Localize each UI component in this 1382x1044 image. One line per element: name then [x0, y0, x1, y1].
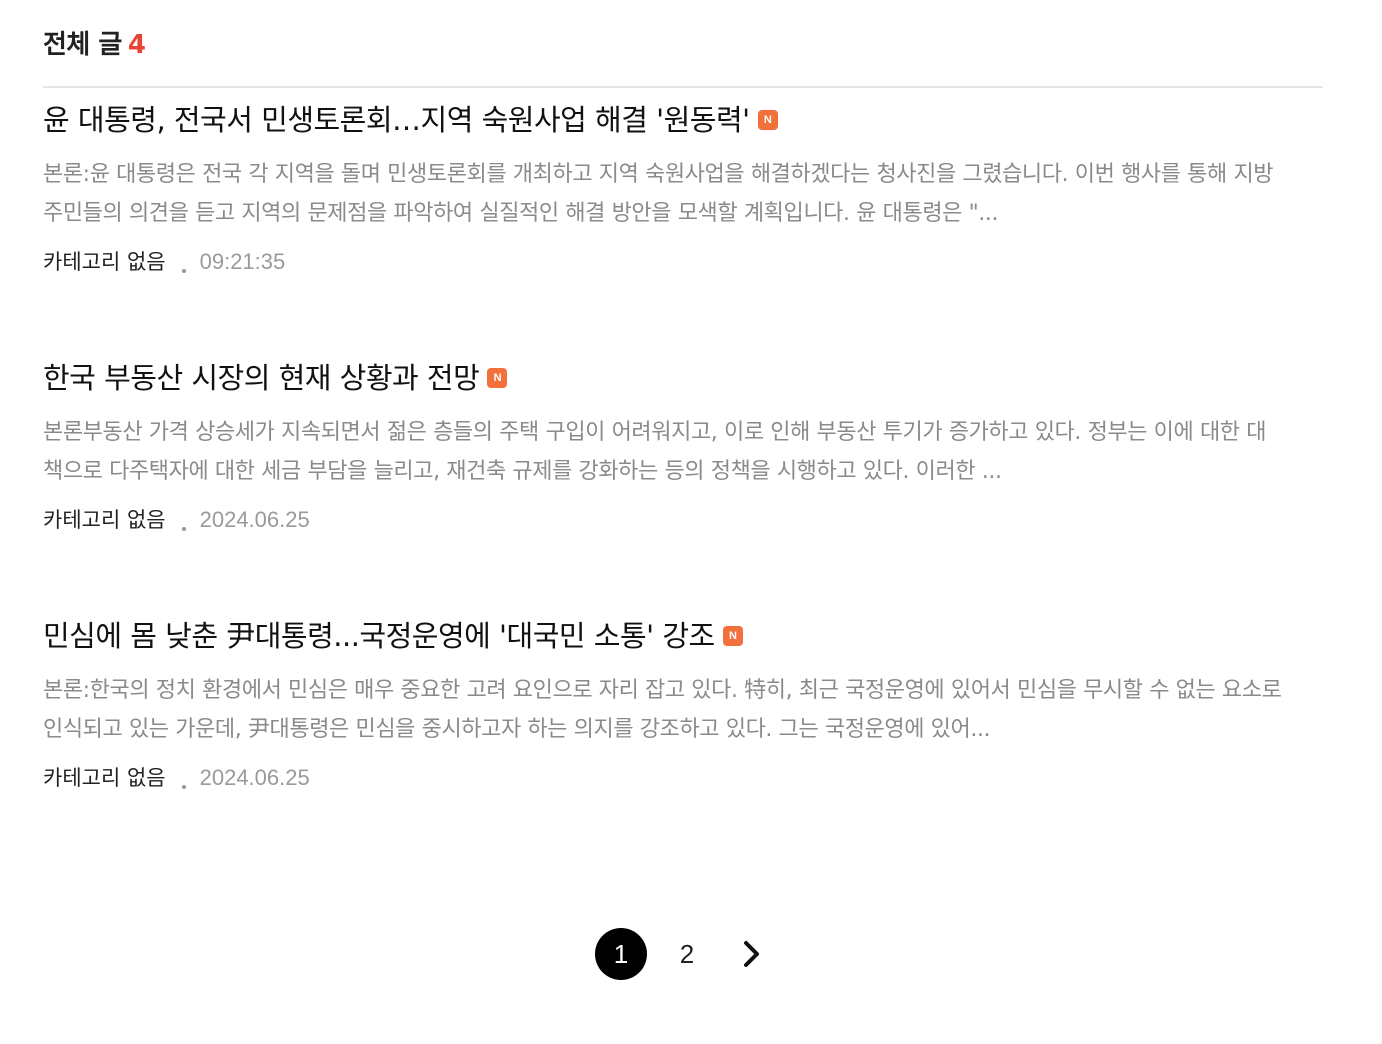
post-title[interactable]: 윤 대통령, 전국서 민생토론회…지역 숙원사업 해결 '원동력'	[43, 103, 750, 137]
post-meta: 카테고리 없음 2024.06.25	[43, 505, 1323, 535]
post-summary[interactable]: 본론:윤 대통령은 전국 각 지역을 돌며 민생토론회를 개최하고 지역 숙원사…	[43, 155, 1283, 233]
post-meta: 카테고리 없음 09:21:35	[43, 247, 1323, 277]
post-list-container: 전체 글4 윤 대통령, 전국서 민생토론회…지역 숙원사업 해결 '원동력' N…	[43, 0, 1323, 790]
new-badge-icon: N	[722, 626, 743, 646]
page-title: 전체 글4	[43, 24, 146, 61]
post-title-link[interactable]: 한국 부동산 시장의 현재 상황과 전망 N	[43, 358, 1323, 398]
list-item: 윤 대통령, 전국서 민생토론회…지역 숙원사업 해결 '원동력' N 본론:윤 …	[43, 100, 1323, 277]
post-date: 2024.06.25	[199, 765, 310, 790]
post-category[interactable]: 카테고리 없음	[43, 250, 166, 274]
separator-dot-icon	[181, 527, 186, 531]
page-2-link[interactable]: 2	[667, 928, 707, 980]
post-summary[interactable]: 본론부동산 가격 상승세가 지속되면서 젊은 층들의 주택 구입이 어려워지고,…	[43, 413, 1283, 491]
post-date: 2024.06.25	[199, 507, 310, 532]
list-item: 민심에 몸 낮춘 尹대통령...국정운영에 '대국민 소통' 강조 N 본론:한국…	[43, 616, 1323, 793]
post-title-link[interactable]: 민심에 몸 낮춘 尹대통령...국정운영에 '대국민 소통' 강조 N	[43, 616, 1323, 656]
post-date: 09:21:35	[199, 249, 286, 274]
chevron-right-icon	[744, 941, 759, 967]
post-meta: 카테고리 없음 2024.06.25	[43, 763, 1323, 793]
new-badge-label: N	[493, 372, 502, 384]
list-header: 전체 글4	[43, 0, 1323, 88]
page-title-label: 전체 글	[43, 30, 122, 60]
new-badge-label: N	[763, 114, 772, 126]
new-badge-icon: N	[757, 110, 778, 130]
list-item: 한국 부동산 시장의 현재 상황과 전망 N 본론부동산 가격 상승세가 지속되면…	[43, 358, 1323, 535]
post-count: 4	[127, 30, 146, 60]
next-page-button[interactable]	[735, 938, 767, 970]
post-title[interactable]: 민심에 몸 낮춘 尹대통령...국정운영에 '대국민 소통' 강조	[43, 619, 715, 653]
post-summary[interactable]: 본론:한국의 정치 환경에서 민심은 매우 중요한 고려 요인으로 자리 잡고 …	[43, 671, 1283, 749]
new-badge-label: N	[728, 630, 737, 642]
pagination: 1 2	[595, 928, 775, 980]
page-1-current[interactable]: 1	[595, 928, 647, 980]
post-category[interactable]: 카테고리 없음	[43, 766, 166, 790]
post-title[interactable]: 한국 부동산 시장의 현재 상황과 전망	[43, 361, 480, 395]
separator-dot-icon	[181, 785, 186, 789]
post-title-link[interactable]: 윤 대통령, 전국서 민생토론회…지역 숙원사업 해결 '원동력' N	[43, 100, 1323, 140]
separator-dot-icon	[181, 269, 186, 273]
new-badge-icon: N	[487, 368, 508, 388]
post-category[interactable]: 카테고리 없음	[43, 508, 166, 532]
